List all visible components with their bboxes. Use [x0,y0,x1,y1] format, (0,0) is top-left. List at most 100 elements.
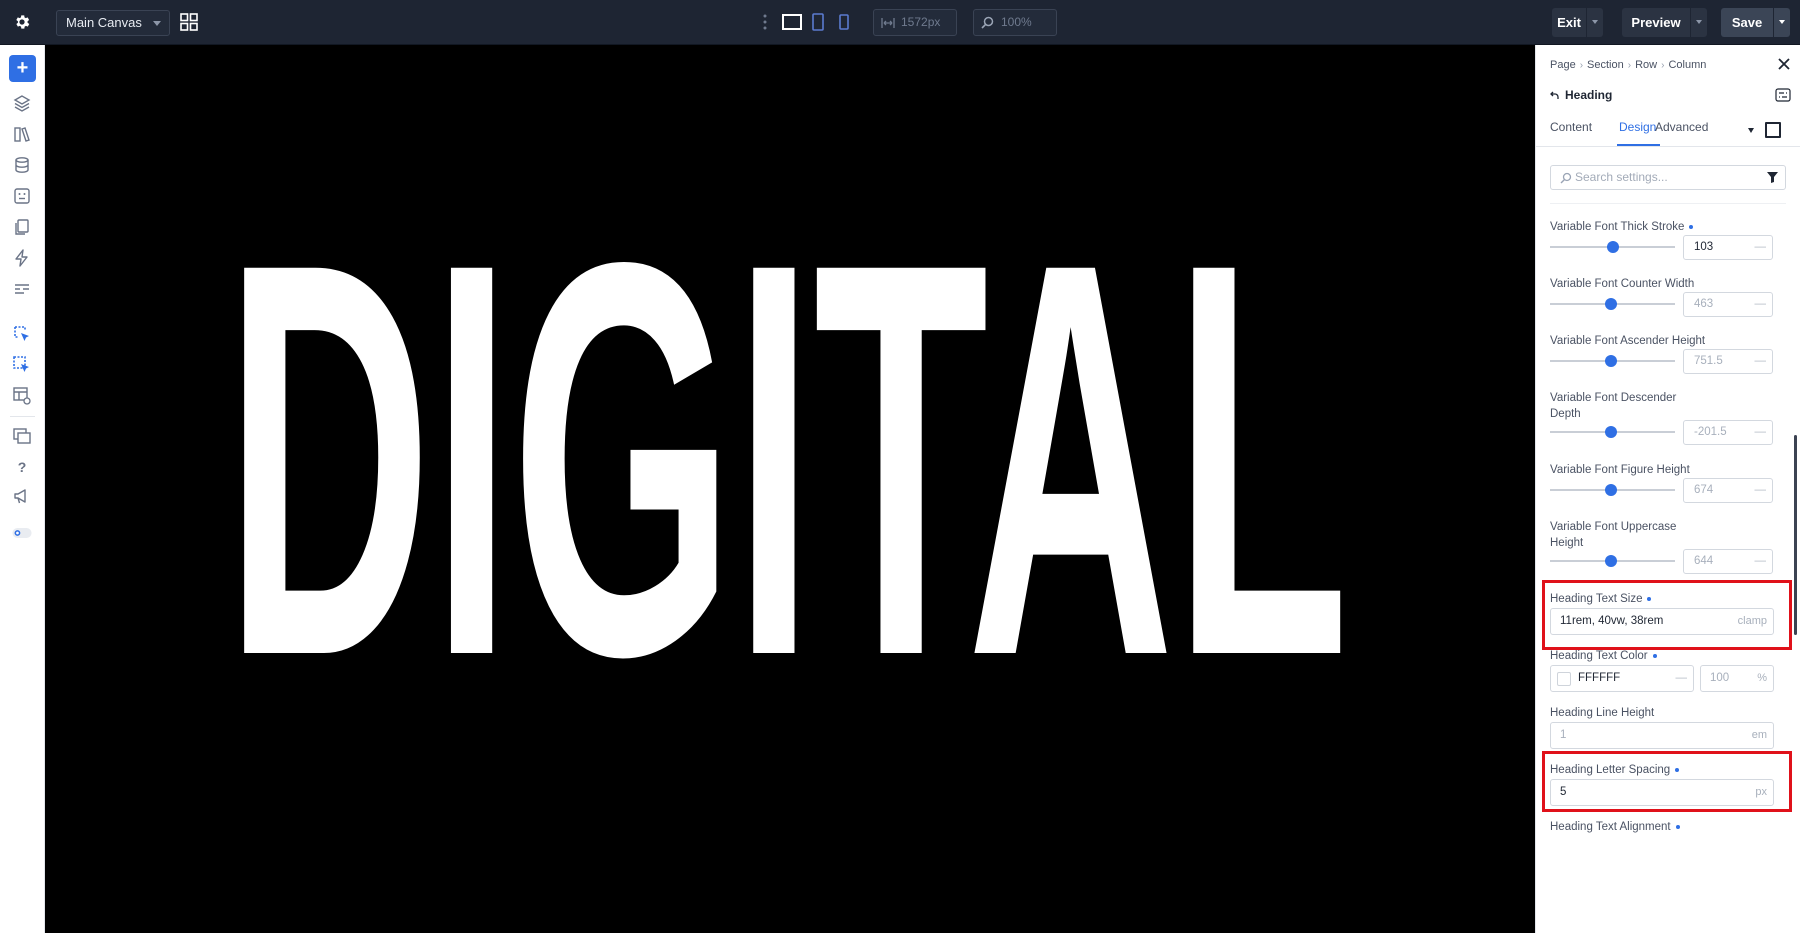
toggle-switch-icon[interactable] [12,523,32,543]
tab-content[interactable]: Content [1550,120,1592,144]
more-vertical-icon[interactable] [762,13,768,31]
setting-figure-height: Variable Font Figure Height 674— [1550,462,1786,503]
setting-thick-stroke: Variable Font Thick Stroke 103— [1550,219,1786,260]
filter-icon[interactable] [1767,172,1778,183]
grid-layout-icon[interactable] [180,13,198,31]
ascender-height-input[interactable]: 751.5— [1683,349,1773,374]
chevron-down-icon[interactable] [1748,128,1754,133]
setting-label: Heading Text Alignment [1550,819,1786,835]
figure-height-input[interactable]: 674— [1683,478,1773,503]
tab-advanced[interactable]: Advanced [1655,120,1708,144]
close-icon[interactable] [1777,57,1791,71]
template-icon[interactable] [12,186,32,206]
setting-label: Heading Letter Spacing [1550,762,1786,778]
thick-stroke-input[interactable]: 103— [1683,235,1773,260]
canvas-select-value: Main Canvas [66,15,142,30]
descender-depth-slider[interactable] [1550,422,1675,442]
line-height-input[interactable]: 1 em [1550,722,1774,749]
clamp-unit[interactable]: clamp [1738,609,1767,634]
canvas-width-field[interactable]: 1572px [873,9,957,36]
ascender-height-slider[interactable] [1550,351,1675,371]
text-color-opacity-input[interactable]: 100% [1700,665,1774,692]
exit-label: Exit [1557,15,1581,30]
top-toolbar: Main Canvas 1572px 100% Exit Preview Sav… [0,0,1800,45]
exit-dropdown-toggle[interactable] [1586,8,1603,37]
heading-text: DIGITAL [225,185,1349,675]
divider-lines-icon[interactable] [12,279,32,299]
figure-height-slider[interactable] [1550,480,1675,500]
counter-width-slider[interactable] [1550,294,1675,314]
settings-scroll-area[interactable]: Variable Font Thick Stroke 103— Variable… [1536,200,1800,933]
add-element-button[interactable]: + [9,55,36,82]
breadcrumb-section[interactable]: Section [1587,59,1624,71]
chevron-right-icon: › [1627,59,1632,71]
width-arrows-icon [881,18,895,28]
modified-dot-icon [1689,224,1694,229]
slider-handle[interactable] [1605,484,1618,496]
database-icon[interactable] [12,155,32,175]
text-color-input[interactable]: FFFFFF — [1550,665,1694,692]
multi-select-icon[interactable] [12,355,32,375]
counter-width-input[interactable]: 463— [1683,292,1773,317]
square-toggle-icon[interactable] [1765,122,1781,138]
preview-button[interactable]: Preview [1622,8,1707,37]
element-title: Heading [1550,88,1612,102]
slider-handle[interactable] [1605,355,1618,367]
color-swatch[interactable] [1557,672,1571,686]
text-size-input[interactable]: 11rem, 40vw, 38rem clamp [1550,608,1774,635]
preview-dropdown-toggle[interactable] [1690,8,1707,37]
back-arrow-icon[interactable] [1550,91,1559,100]
setting-descender-depth: Variable Font Descender Depth -201.5— [1550,390,1786,445]
mobile-view-icon[interactable] [838,13,850,31]
megaphone-icon[interactable] [12,486,32,506]
canvas-select[interactable]: Main Canvas [56,10,170,36]
tablet-view-icon[interactable] [811,13,825,31]
heading-element[interactable]: DIGITAL [45,185,1535,675]
chevron-right-icon: › [1661,59,1665,71]
modified-dot-icon [1675,767,1680,772]
zoom-value: 100% [1001,15,1032,29]
uppercase-height-input[interactable]: 644— [1683,549,1773,574]
layout-settings-icon[interactable] [12,386,32,406]
zoom-field[interactable]: 100% [973,9,1057,36]
pages-icon[interactable] [12,217,32,237]
slider-handle[interactable] [1605,426,1618,438]
desktop-view-icon[interactable] [782,13,802,31]
slider-handle[interactable] [1605,555,1618,567]
thick-stroke-slider[interactable] [1550,237,1675,257]
chevron-down-icon [1592,20,1598,24]
letter-spacing-input[interactable]: 5 px [1550,779,1774,806]
settings-gear-icon[interactable] [11,11,33,33]
save-button[interactable]: Save [1721,8,1790,37]
breadcrumb-page[interactable]: Page [1550,59,1576,71]
cursor-select-icon[interactable] [12,324,32,344]
setting-label: Variable Font Uppercase Height [1550,521,1677,549]
chevron-down-icon [153,21,161,26]
lightning-icon[interactable] [12,248,32,268]
panel-scrollbar[interactable] [1794,435,1797,635]
modified-dot-icon [1652,653,1657,658]
breadcrumb-row[interactable]: Row [1635,59,1657,71]
layers-icon[interactable] [12,93,32,113]
breadcrumb: Page › Section › Row › Column [1550,57,1706,73]
search-settings-field[interactable]: Search settings... [1550,165,1786,190]
tab-design[interactable]: Design [1617,120,1661,146]
setting-letter-spacing: Heading Letter Spacing 5 px [1550,762,1786,806]
slider-handle[interactable] [1606,241,1619,253]
setting-label: Heading Line Height [1550,707,1655,719]
windows-icon[interactable] [12,426,32,446]
panel-options-icon[interactable] [1775,87,1791,103]
help-icon[interactable]: ? [12,457,32,477]
uppercase-height-slider[interactable] [1550,551,1675,571]
descender-depth-input[interactable]: -201.5— [1683,420,1773,445]
chevron-right-icon: › [1579,59,1584,71]
exit-button[interactable]: Exit [1552,8,1603,37]
library-icon[interactable] [12,124,32,144]
setting-ascender-height: Variable Font Ascender Height 751.5— [1550,333,1786,374]
breadcrumb-column[interactable]: Column [1668,59,1706,71]
slider-handle[interactable] [1605,298,1618,310]
setting-label: Variable Font Descender Depth [1550,392,1677,420]
save-dropdown-toggle[interactable] [1773,8,1790,37]
search-icon [981,16,994,29]
main-canvas[interactable]: DIGITAL [45,45,1535,933]
